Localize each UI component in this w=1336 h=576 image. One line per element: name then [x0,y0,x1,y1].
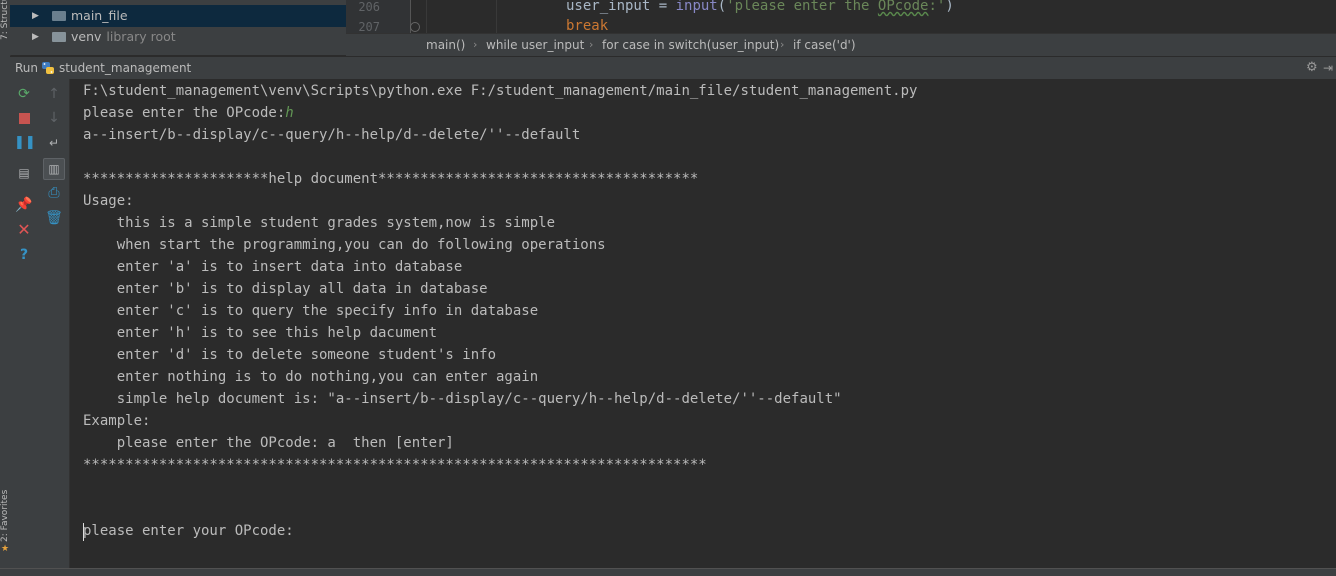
chevron-right-icon: › [780,38,785,51]
console-line: enter 'c' is to query the specify info i… [83,303,539,319]
code-line: break [566,18,609,33]
line-number: 207 [358,20,380,33]
console-line: enter 'b' is to display all data in data… [83,281,488,297]
chevron-right-icon: › [589,38,594,51]
favorites-side-tab[interactable]: 2: Favorites [0,478,10,542]
console-line: ****************************************… [83,457,707,473]
folder-icon [52,11,66,21]
star-icon: ★ [0,544,10,554]
line-number: 206 [358,0,380,14]
pin-icon[interactable]: 📌 [14,195,34,215]
soft-wrap-icon[interactable]: ↵ [44,133,64,153]
console-line: Usage: [83,193,134,209]
console-line: a--insert/b--display/c--query/h--help/d-… [83,127,581,143]
console-line: enter 'h' is to see this help dacument [83,325,438,341]
chevron-right-icon: › [473,38,478,51]
console-line: simple help document is: "a--insert/b--d… [83,391,842,407]
scroll-to-end-icon[interactable]: ▥ [43,158,65,180]
tree-item-main-file[interactable]: ▶ main_file [10,5,346,27]
run-toolbar: ⟳ ↑ ↓ ❚❚ ↵ ▤ ▥ ⎙ 📌 🗑 ✕ ? [10,79,70,568]
line-number-gutter: 206 207 [346,0,411,33]
breadcrumb-item[interactable]: while user_input [486,34,584,56]
python-icon [42,62,54,74]
run-panel-title: Run [15,61,39,75]
indent-guide [496,0,497,33]
fold-marker-icon[interactable] [410,22,420,32]
console-prompt-line: please enter your OPcode: [83,523,294,539]
help-icon[interactable]: ? [14,245,34,265]
tree-item-venv[interactable]: ▶ venv library root [10,26,346,48]
console-line: please enter the OPcode:h [83,105,294,121]
stop-icon[interactable] [14,108,34,128]
pause-icon[interactable]: ❚❚ [14,133,36,153]
console-line: enter 'd' is to delete someone student's… [83,347,497,363]
code-line: user_input = input('please enter the OPc… [566,0,954,14]
indent-guide [426,0,427,33]
gear-icon[interactable]: ⚙ [1306,57,1318,79]
breadcrumb-item[interactable]: if case('d') [793,34,856,56]
layout-icon[interactable]: ▤ [14,163,34,183]
structure-side-tab[interactable]: 7: Structure [0,0,10,40]
console-line: Example: [83,413,151,429]
user-input-text: h [285,105,294,121]
folder-icon [52,32,66,42]
breadcrumb: main() › while user_input › for case in … [346,33,1336,56]
console-output[interactable]: F:\student_management\venv\Scripts\pytho… [70,79,1336,568]
run-config-tab[interactable]: student_management [59,57,191,79]
library-root-hint: library root [106,29,176,44]
print-icon[interactable]: ⎙ [44,183,64,203]
project-tree: ▶ main_file ▶ venv library root [10,0,347,55]
console-line: please enter the OPcode: a then [enter] [83,435,454,451]
tree-item-label: main_file [71,8,128,23]
console-line: when start the programming,you can do fo… [83,237,606,253]
trash-icon[interactable]: 🗑 [44,208,64,228]
console-line: **********************help document*****… [83,171,699,187]
hide-panel-icon[interactable]: ⇥ [1323,57,1333,79]
rerun-icon[interactable]: ⟳ [14,84,34,104]
text-cursor [83,523,84,541]
up-arrow-icon[interactable]: ↑ [44,84,64,104]
console-line: enter nothing is to do nothing,you can e… [83,369,539,385]
console-line: enter 'a' is to insert data into databas… [83,259,463,275]
console-line: this is a simple student grades system,n… [83,215,556,231]
tree-item-label: venv [71,29,102,44]
spellcheck-word: OPcode [877,0,929,14]
expand-arrow-icon[interactable]: ▶ [32,5,39,27]
breadcrumb-item[interactable]: main() [426,34,465,56]
console-line: F:\student_management\venv\Scripts\pytho… [83,83,918,99]
close-icon[interactable]: ✕ [14,220,34,240]
run-panel-header: Run student_management ⚙ ⇥ [10,56,1336,80]
down-arrow-icon[interactable]: ↓ [44,108,64,128]
breadcrumb-item[interactable]: for case in switch(user_input) [602,34,779,56]
expand-arrow-icon[interactable]: ▶ [32,26,39,48]
code-editor[interactable]: 206 207 user_input = input('please enter… [346,0,1336,33]
